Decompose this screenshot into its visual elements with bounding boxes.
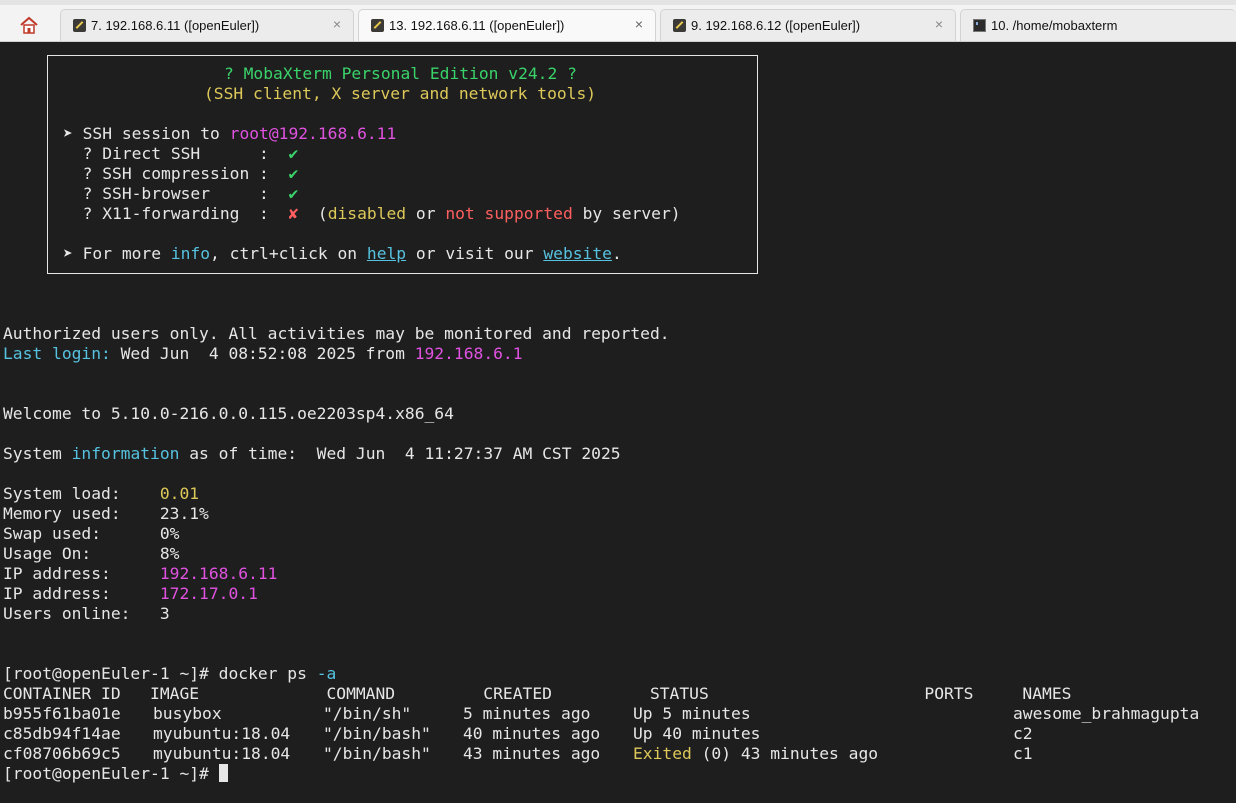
container-image: myubuntu:18.04 [153,744,291,763]
feature-x11-forwarding: ? X11-forwarding : ✘ (disabled or not su… [63,204,681,223]
container-command: "/bin/bash" [323,744,431,763]
stat-swap-used: Swap used: 0% [3,524,180,543]
container-id: cf08706b69c5 [3,744,121,763]
home-icon [20,16,38,34]
stat-usage-on: Usage On: 8% [3,544,180,563]
tab-local-terminal[interactable]: 10. /home/mobaxterm [960,9,1236,41]
container-created: 5 minutes ago [463,704,591,723]
tab-label: 9. 192.168.6.12 ([openEuler]) [691,18,861,33]
ssh-session-icon [371,19,384,32]
text-cursor [218,764,228,782]
system-info-line: System information as of time: Wed Jun 4… [3,444,621,463]
home-tab[interactable] [6,9,52,41]
banner-subtitle: (SSH client, X server and network tools) [204,84,597,103]
help-link[interactable]: help [367,244,406,263]
container-name: awesome_brahmagupta [1013,704,1200,723]
window-top-strip [0,0,1236,5]
stat-memory-used: Memory used: 23.1% [3,504,209,523]
welcome-line: Welcome to 5.10.0-216.0.0.115.oe2203sp4.… [3,404,454,423]
close-icon[interactable]: × [935,16,943,32]
banner-title: ? MobaXterm Personal Edition v24.2 ? [224,64,577,83]
tab-label: 7. 192.168.6.11 ([openEuler]) [91,18,260,33]
banner-info-line: ➤ For more info, ctrl+click on help or v… [63,244,622,263]
container-command: "/bin/sh" [323,704,412,723]
container-created: 40 minutes ago [463,724,601,743]
container-status: Exited (0) 43 minutes ago [633,744,879,763]
terminal-icon [973,19,986,32]
docker-table-header: CONTAINER ID IMAGE COMMAND CREATED STATU… [3,684,1072,703]
close-icon[interactable]: × [333,16,341,32]
session-target: root@192.168.6.11 [229,124,397,143]
container-command: "/bin/bash" [323,724,431,743]
tab-session-7[interactable]: 7. 192.168.6.11 ([openEuler]) × [60,9,354,41]
feature-ssh-browser: ? SSH-browser : ✔ [63,184,299,203]
close-icon[interactable]: × [635,16,643,32]
check-icon: ✔ [288,164,299,183]
stat-system-load: System load: 0.01 [3,484,200,503]
website-link[interactable]: website [543,244,612,263]
cross-icon: ✘ [288,204,299,223]
feature-ssh-compression: ? SSH compression : ✔ [63,164,299,183]
authorized-notice: Authorized users only. All activities ma… [3,324,670,343]
tab-label: 13. 192.168.6.11 ([openEuler]) [389,18,565,33]
last-login-line: Last login: Wed Jun 4 08:52:08 2025 from… [3,344,523,363]
container-id: c85db94f14ae [3,724,121,743]
container-status: Up 40 minutes [633,724,761,743]
stat-ip-address: IP address: 172.17.0.1 [3,584,258,603]
container-status: Up 5 minutes [633,704,751,723]
banner-session-line: ➤ SSH session to root@192.168.6.11 [63,124,397,143]
tab-label: 10. /home/mobaxterm [991,18,1118,33]
tab-bar: 7. 192.168.6.11 ([openEuler]) × 13. 192.… [0,0,1236,42]
stat-users-online: Users online: 3 [3,604,170,623]
container-image: busybox [153,704,222,723]
command-line: [root@openEuler-1 ~]# docker ps -a [3,664,337,683]
container-name: c2 [1013,724,1033,743]
feature-direct-ssh: ? Direct SSH : ✔ [63,144,299,163]
shell-prompt: [root@openEuler-1 ~]# [3,664,219,683]
tab-session-9[interactable]: 9. 192.168.6.12 ([openEuler]) × [660,9,956,41]
container-created: 43 minutes ago [463,744,601,763]
container-id: b955f61ba01e [3,704,121,723]
check-icon: ✔ [288,144,299,163]
container-name: c1 [1013,744,1033,763]
check-icon: ✔ [288,184,299,203]
ssh-session-icon [673,19,686,32]
current-prompt-line[interactable]: [root@openEuler-1 ~]# [3,764,228,784]
terminal-area[interactable]: ? MobaXterm Personal Edition v24.2 ? (SS… [0,42,1236,803]
container-image: myubuntu:18.04 [153,724,291,743]
tab-session-13[interactable]: 13. 192.168.6.11 ([openEuler]) × [358,9,656,41]
ssh-session-icon [73,19,86,32]
shell-prompt: [root@openEuler-1 ~]# [3,764,219,783]
stat-ip-address: IP address: 192.168.6.11 [3,564,278,583]
